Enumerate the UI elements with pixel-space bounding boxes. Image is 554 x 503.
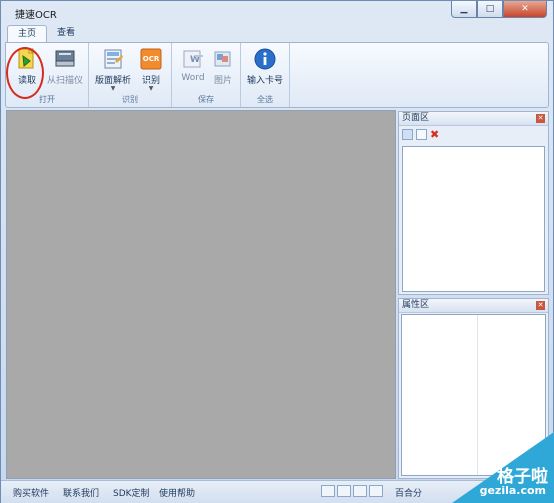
view-mode-buttons	[321, 485, 383, 497]
page-area-panel: 页面区 ✕ ✖	[398, 111, 549, 295]
scanner-icon	[53, 47, 77, 71]
info-icon	[253, 47, 277, 71]
close-button[interactable]: ✕	[503, 1, 547, 18]
property-area-title: 属性区	[402, 300, 430, 310]
title-bar: 捷速OCR ▁ □ ✕	[1, 1, 553, 23]
group-save-label: 保存	[198, 95, 214, 104]
tab-view[interactable]: 查看	[47, 25, 85, 42]
word-icon: W	[181, 47, 205, 71]
contact-us-link[interactable]: 联系我们	[63, 486, 99, 499]
recognize-button[interactable]: OCR 识别 ▼	[131, 46, 171, 92]
group-recognize: 版面解析 ▼ OCR 识别 ▼ 识别	[89, 43, 172, 107]
page-area-title: 页面区	[402, 113, 430, 123]
enter-card-number-label: 输入卡号	[246, 76, 283, 86]
scanner-button[interactable]: 从扫描仪	[45, 46, 85, 90]
layout-analysis-icon	[101, 47, 125, 71]
save-image-button[interactable]: 图片	[203, 46, 243, 90]
buy-software-link[interactable]: 购买软件	[13, 486, 49, 499]
page-area-close-icon[interactable]: ✕	[536, 114, 545, 123]
maximize-button[interactable]: □	[477, 1, 503, 18]
minimize-button[interactable]: ▁	[451, 1, 477, 18]
page-thumbnail-list[interactable]	[402, 146, 545, 292]
sdk-custom-link[interactable]: SDK定制	[113, 486, 150, 499]
property-area-header: 属性区 ✕	[399, 299, 548, 313]
help-link[interactable]: 使用帮助	[159, 486, 195, 499]
group-save: W Word 图片 保存	[172, 43, 241, 107]
view-mode-3-icon[interactable]	[353, 485, 367, 497]
view-mode-1-icon[interactable]	[321, 485, 335, 497]
ribbon-tabs: 主页 查看	[7, 25, 85, 43]
document-canvas[interactable]	[6, 110, 396, 479]
enter-card-number-button[interactable]: 输入卡号	[245, 46, 285, 90]
thumbnail-view-icon[interactable]	[402, 128, 413, 140]
watermark: 格子啦 gezila.com	[452, 432, 554, 503]
scanner-label: 从扫描仪	[46, 76, 83, 86]
group-recognize-label: 识别	[122, 95, 138, 104]
property-area-close-icon[interactable]: ✕	[536, 301, 545, 310]
ocr-icon-text: OCR	[143, 55, 160, 63]
layout-analysis-dropdown-icon: ▼	[110, 85, 116, 92]
view-mode-2-icon[interactable]	[337, 485, 351, 497]
page-area-header: 页面区 ✕	[399, 112, 548, 126]
group-select-all-label: 全选	[257, 95, 273, 104]
read-button-highlight	[6, 47, 44, 99]
list-view-icon[interactable]	[416, 128, 427, 140]
image-icon	[211, 47, 235, 71]
tab-home[interactable]: 主页	[7, 25, 48, 43]
recognize-dropdown-icon: ▼	[148, 85, 154, 92]
page-area-toolbar: ✖	[399, 126, 548, 142]
view-mode-4-icon[interactable]	[369, 485, 383, 497]
ribbon: 读取 从扫描仪 打开 版面解析 ▼ OCR 识别 ▼ 识别 W Word 图片 …	[5, 42, 549, 108]
app-window: 捷速OCR ▁ □ ✕ 主页 查看 读取 从扫描仪 打开 版面解析 ▼ OCR …	[0, 0, 554, 503]
group-select-all: 输入卡号 全选	[241, 43, 290, 107]
zoom-status: 百合分	[395, 489, 423, 499]
watermark-line2: gezila.com	[479, 484, 546, 497]
layout-analysis-button[interactable]: 版面解析 ▼	[93, 46, 133, 92]
save-image-label: 图片	[213, 76, 232, 86]
window-title: 捷速OCR	[15, 10, 57, 21]
window-controls: ▁ □ ✕	[451, 1, 547, 18]
ocr-icon: OCR	[139, 47, 163, 71]
delete-page-icon[interactable]: ✖	[430, 129, 439, 140]
